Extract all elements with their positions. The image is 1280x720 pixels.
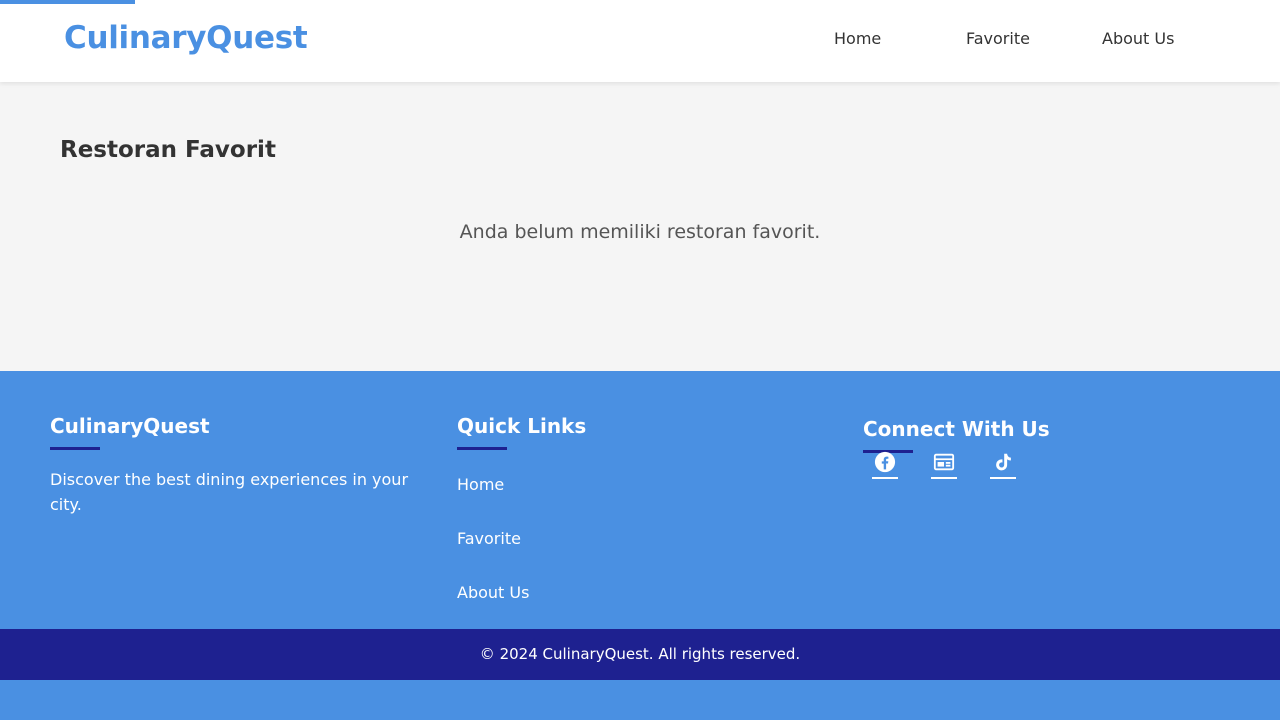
nav-home[interactable]: Home [834,29,881,48]
nav-about-us[interactable]: About Us [1102,29,1174,48]
footer-about-text: Discover the best dining experiences in … [50,470,409,514]
tiktok-icon[interactable] [990,451,1016,479]
nav-favorite[interactable]: Favorite [966,29,1030,48]
page-title: Restoran Favorit [60,137,276,163]
connect-title: Connect With Us [863,417,1050,441]
site-footer: CulinaryQuest Discover the best dining e… [0,371,1280,629]
news-icon[interactable] [931,451,957,479]
footer-about: CulinaryQuest Discover the best dining e… [50,414,410,517]
footer-link-home[interactable]: Home [457,475,504,494]
quick-links-title: Quick Links [457,414,587,438]
footer-link-favorite[interactable]: Favorite [457,529,521,548]
footer-connect: Connect With Us [863,417,1223,577]
site-header: CulinaryQuest Home Favorite About Us [0,0,1280,82]
footer-quick-links: Quick Links Home Favorite About Us [457,414,757,614]
copyright-bar: © 2024 CulinaryQuest. All rights reserve… [0,629,1280,680]
loading-indicator [0,0,135,4]
title-underline [457,447,507,450]
facebook-icon[interactable] [872,451,898,479]
main-content: Restoran Favorit Anda belum memiliki res… [0,82,1280,371]
footer-link-about-us[interactable]: About Us [457,583,529,602]
site-logo[interactable]: CulinaryQuest [64,20,308,56]
empty-state-message: Anda belum memiliki restoran favorit. [459,221,821,243]
copyright-text: © 2024 CulinaryQuest. All rights reserve… [479,645,801,663]
footer-about-title: CulinaryQuest [50,414,210,438]
title-underline [50,447,100,450]
